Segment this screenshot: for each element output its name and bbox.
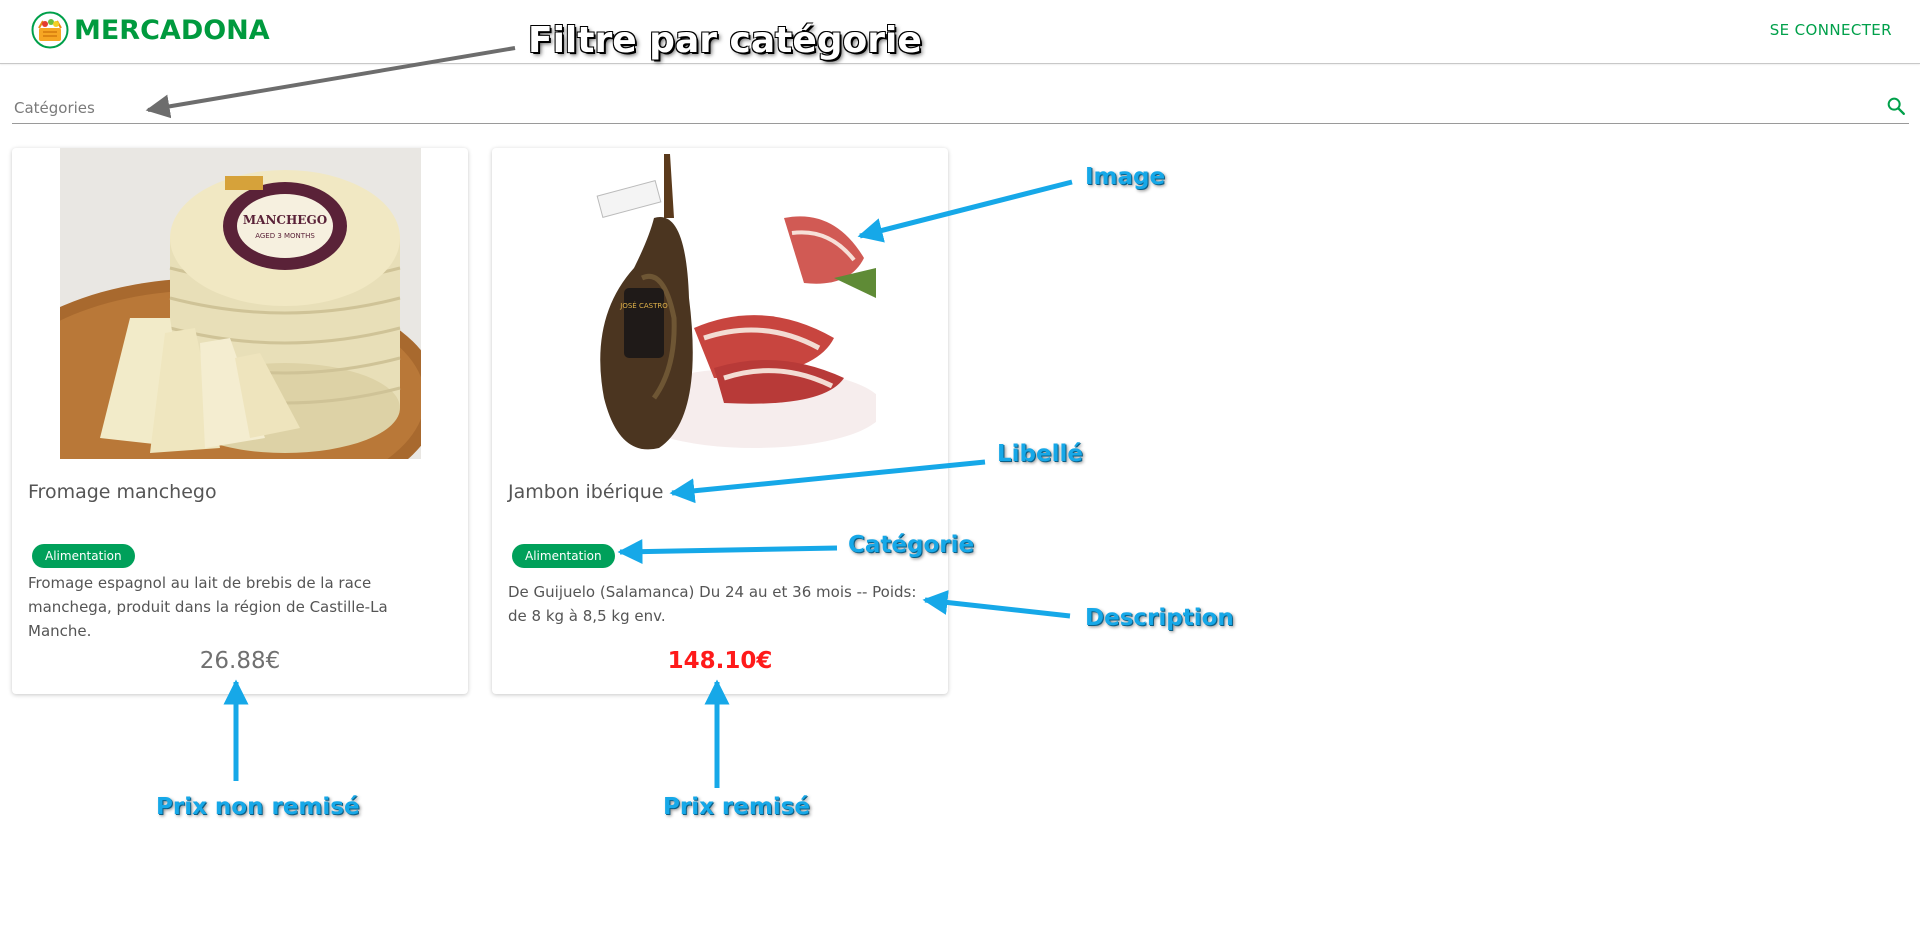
annotation-categorie-label: Catégorie xyxy=(848,532,975,558)
product-price: 26.88€ xyxy=(199,648,281,674)
ham-label-text: JOSÉ CASTRO xyxy=(619,301,668,310)
annotation-prix-remise-label: Prix remisé xyxy=(663,794,811,820)
search-icon[interactable] xyxy=(1885,95,1907,117)
product-description: De Guijuelo (Salamanca) Du 24 au et 36 m… xyxy=(508,583,917,625)
app-header: MERCADONA SE CONNECTER xyxy=(0,0,1920,64)
cheese-label-text: MANCHEGO xyxy=(243,213,327,227)
annotation-description-label: Description xyxy=(1085,605,1234,631)
product-image-jambon: JOSÉ CASTRO xyxy=(564,148,876,459)
login-button[interactable]: SE CONNECTER xyxy=(1770,21,1892,39)
product-title: Fromage manchego xyxy=(28,481,217,503)
product-price-discounted: 148.10€ xyxy=(667,648,773,674)
brand-logo[interactable]: MERCADONA xyxy=(31,11,270,49)
page: MERCADONA SE CONNECTER MANCHEGO A xyxy=(0,0,1920,933)
annotation-libelle-label: Libellé xyxy=(997,441,1083,467)
brand-name: MERCADONA xyxy=(74,14,270,46)
product-image-manchego: MANCHEGO AGED 3 MONTHS xyxy=(60,148,421,459)
product-title: Jambon ibérique xyxy=(508,481,664,503)
category-chip[interactable]: Alimentation xyxy=(32,544,135,568)
basket-logo-icon xyxy=(31,11,69,49)
annotation-filter-label: Filtre par catégorie xyxy=(528,20,922,61)
category-search xyxy=(12,93,1909,124)
product-card[interactable]: MANCHEGO AGED 3 MONTHS Fromage manchego … xyxy=(12,148,468,694)
category-search-input[interactable] xyxy=(12,98,1866,118)
cheese-sublabel-text: AGED 3 MONTHS xyxy=(255,232,315,240)
annotation-image-label: Image xyxy=(1085,164,1166,190)
product-card[interactable]: JOSÉ CASTRO Jambon ibérique Alimentation… xyxy=(492,148,948,694)
category-chip[interactable]: Alimentation xyxy=(512,544,615,568)
annotation-prix-non-remise-label: Prix non remisé xyxy=(156,794,360,820)
product-description: Fromage espagnol au lait de brebis de la… xyxy=(28,574,388,640)
